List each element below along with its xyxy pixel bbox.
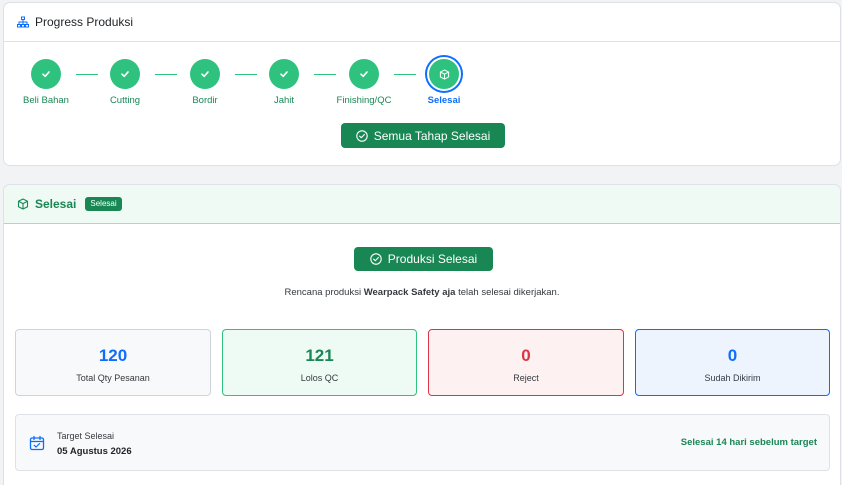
step-cutting[interactable]: Cutting bbox=[80, 59, 170, 106]
box-icon bbox=[427, 57, 461, 91]
finished-description: Rencana produksi Wearpack Safety aja tel… bbox=[4, 287, 840, 298]
stat-value: 121 bbox=[305, 346, 334, 365]
sitemap-icon bbox=[17, 16, 29, 28]
stat-label: Reject bbox=[513, 373, 539, 383]
step-label: Bordir bbox=[192, 95, 218, 106]
production-done-label: Produksi Selesai bbox=[387, 252, 478, 266]
finished-card-title: Selesai bbox=[35, 197, 77, 211]
stat-value: 0 bbox=[521, 346, 531, 365]
step-label: Cutting bbox=[109, 95, 141, 106]
step-selesai[interactable]: Selesai bbox=[399, 57, 489, 106]
stat-total-qty: 120 Total Qty Pesanan bbox=[15, 329, 211, 396]
stat-reject: 0 Reject bbox=[428, 329, 624, 396]
target-date: 05 Agustus 2026 bbox=[57, 446, 132, 457]
step-label: Jahit bbox=[273, 95, 295, 106]
calendar-icon bbox=[29, 435, 45, 456]
step-label: Selesai bbox=[427, 95, 461, 106]
step-label: Beli Bahan bbox=[23, 95, 69, 106]
check-circle-icon bbox=[355, 129, 368, 142]
stat-sudah-dikirim: 0 Sudah Dikirim bbox=[635, 329, 830, 396]
check-circle-icon bbox=[370, 253, 382, 265]
target-label: Target Selesai bbox=[57, 431, 115, 441]
finished-card-header: Selesai Selesai bbox=[4, 185, 840, 224]
stat-value: 120 bbox=[98, 346, 128, 365]
check-icon bbox=[190, 59, 220, 89]
stat-label: Lolos QC bbox=[300, 373, 339, 383]
check-icon bbox=[31, 59, 61, 89]
progress-stepper: Beli Bahan Cutting Bordir Jahit Finishin… bbox=[4, 57, 840, 109]
progress-card-header: Progress Produksi bbox=[4, 3, 840, 42]
description-suffix: telah selesai dikerjakan. bbox=[458, 287, 560, 298]
all-steps-done-label: Semua Tahap Selesai bbox=[373, 128, 491, 143]
status-badge: Selesai bbox=[85, 197, 122, 211]
progress-card: Progress Produksi Beli Bahan Cutting Bor… bbox=[3, 2, 841, 166]
production-done-button[interactable]: Produksi Selesai bbox=[354, 247, 493, 271]
check-icon bbox=[269, 59, 299, 89]
all-steps-done-button[interactable]: Semua Tahap Selesai bbox=[341, 123, 505, 148]
check-icon bbox=[349, 59, 379, 89]
stat-lolos-qc: 121 Lolos QC bbox=[222, 329, 417, 396]
stat-value: 0 bbox=[727, 346, 738, 365]
product-name: Wearpack Safety aja bbox=[363, 287, 456, 298]
stat-label: Sudah Dikirim bbox=[704, 373, 761, 383]
step-beli-bahan[interactable]: Beli Bahan bbox=[4, 59, 91, 106]
step-jahit[interactable]: Jahit bbox=[239, 59, 329, 106]
step-bordir[interactable]: Bordir bbox=[160, 59, 250, 106]
target-status: Selesai 14 hari sebelum target bbox=[680, 437, 817, 448]
stat-label: Total Qty Pesanan bbox=[76, 373, 150, 383]
step-label: Finishing/QC bbox=[336, 95, 392, 106]
description-prefix: Rencana produksi bbox=[284, 287, 362, 298]
finished-card: Selesai Selesai Produksi Selesai Rencana… bbox=[3, 184, 841, 485]
target-panel: Target Selesai 05 Agustus 2026 Selesai 1… bbox=[15, 414, 830, 471]
step-finishing-qc[interactable]: Finishing/QC bbox=[319, 59, 409, 106]
box-icon bbox=[17, 198, 29, 210]
progress-card-title: Progress Produksi bbox=[35, 15, 134, 29]
check-icon bbox=[110, 59, 140, 89]
